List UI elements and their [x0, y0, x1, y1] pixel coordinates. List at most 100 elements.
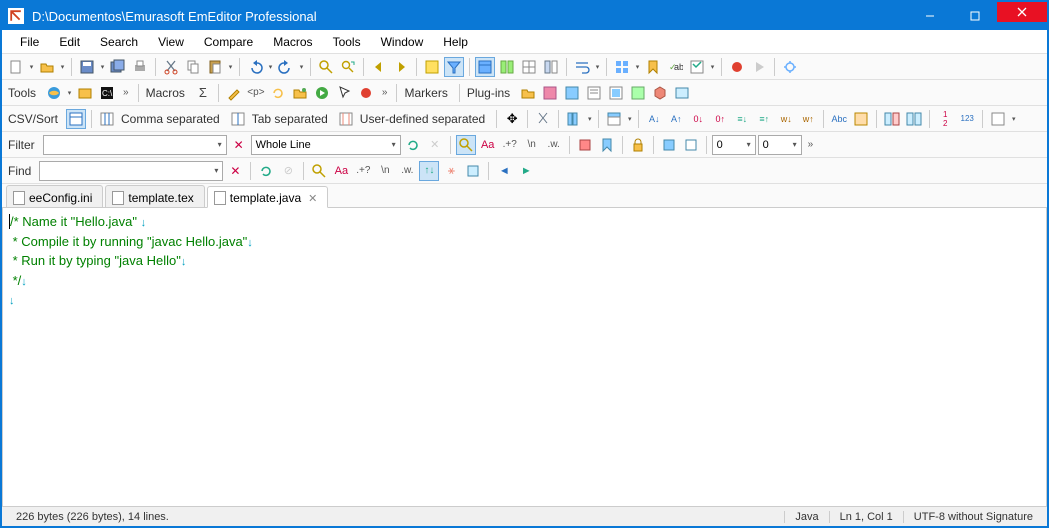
copy-icon[interactable]: [183, 57, 203, 77]
menu-edit[interactable]: Edit: [49, 33, 90, 51]
save-icon[interactable]: [77, 57, 97, 77]
dedup-icon[interactable]: Abc: [829, 109, 849, 129]
neg-icon[interactable]: [575, 135, 595, 155]
view-normal-icon[interactable]: [475, 57, 495, 77]
whole-word-icon[interactable]: .w.: [544, 135, 564, 155]
lines-below[interactable]: 0▾: [758, 135, 802, 155]
plugin-1-icon[interactable]: [518, 83, 538, 103]
plugin-5-icon[interactable]: [606, 83, 626, 103]
find-close-icon[interactable]: [463, 161, 483, 181]
filter-x-icon[interactable]: ✕: [229, 135, 249, 155]
view-grid-icon[interactable]: [519, 57, 539, 77]
tab-sep-label[interactable]: Tab separated: [250, 112, 334, 126]
print-icon[interactable]: [130, 57, 150, 77]
minimize-button[interactable]: [907, 6, 952, 26]
close-tab-icon[interactable]: ✕: [308, 192, 317, 205]
menu-help[interactable]: Help: [433, 33, 478, 51]
compare2-icon[interactable]: [904, 109, 924, 129]
find-esc-icon[interactable]: \n: [375, 161, 395, 181]
wrap-drop[interactable]: ▾: [594, 57, 601, 77]
open-icon[interactable]: [37, 57, 57, 77]
filter-refresh-icon[interactable]: [403, 135, 423, 155]
cut-icon[interactable]: [161, 57, 181, 77]
comma-label[interactable]: Comma separated: [119, 112, 226, 126]
menu-macros[interactable]: Macros: [263, 33, 322, 51]
menu-view[interactable]: View: [148, 33, 194, 51]
find-next-icon[interactable]: [391, 57, 411, 77]
bookmark-filter-icon[interactable]: [597, 135, 617, 155]
bar-drop[interactable]: ▾: [1010, 109, 1017, 129]
comma-sep-icon[interactable]: [97, 109, 117, 129]
find-zoom-icon[interactable]: [309, 161, 329, 181]
view-split-icon[interactable]: [497, 57, 517, 77]
sort-90-icon[interactable]: 0↑: [710, 109, 730, 129]
cursor-icon[interactable]: [334, 83, 354, 103]
block-icon[interactable]: [659, 135, 679, 155]
redo-icon[interactable]: [276, 57, 296, 77]
sort-short-icon[interactable]: ≡↓: [732, 109, 752, 129]
tile-icon[interactable]: [612, 57, 632, 77]
filter-overflow[interactable]: »: [804, 139, 818, 150]
menu-search[interactable]: Search: [90, 33, 148, 51]
find-prev2-icon[interactable]: ◄: [494, 161, 514, 181]
redo-drop[interactable]: ▾: [298, 57, 305, 77]
undo-drop[interactable]: ▾: [267, 57, 274, 77]
find-x-icon[interactable]: ✕: [225, 161, 245, 181]
filter-abort-icon[interactable]: ✕: [425, 135, 445, 155]
spell-icon[interactable]: ✓ab: [665, 57, 685, 77]
plugin-6-icon[interactable]: [628, 83, 648, 103]
bar-icon[interactable]: [988, 109, 1008, 129]
record-icon[interactable]: [727, 57, 747, 77]
play-icon[interactable]: [749, 57, 769, 77]
compare-icon[interactable]: [882, 109, 902, 129]
header-icon[interactable]: [604, 109, 624, 129]
plugin-2-icon[interactable]: [540, 83, 560, 103]
plugin-3-icon[interactable]: [562, 83, 582, 103]
macro-stop-icon[interactable]: [356, 83, 376, 103]
menu-file[interactable]: File: [10, 33, 49, 51]
paste-drop[interactable]: ▾: [227, 57, 234, 77]
explorer-icon[interactable]: [75, 83, 95, 103]
sort-09-icon[interactable]: 0↓: [688, 109, 708, 129]
plugin-7-icon[interactable]: [650, 83, 670, 103]
find-wrap-icon[interactable]: ↑↓: [419, 161, 439, 181]
num-icon[interactable]: 12: [935, 109, 955, 129]
find-case-icon[interactable]: Aa: [331, 161, 351, 181]
dedup2-icon[interactable]: [851, 109, 871, 129]
header-drop[interactable]: ▾: [626, 109, 633, 129]
tab-template-tex[interactable]: template.tex: [105, 185, 204, 207]
bookmark-icon[interactable]: [643, 57, 663, 77]
new-file-icon[interactable]: [6, 57, 26, 77]
find-next2-icon[interactable]: ►: [516, 161, 536, 181]
editor[interactable]: /* Name it "Hello.java" ↓ * Compile it b…: [2, 208, 1047, 506]
find-regex-icon[interactable]: .+?: [353, 161, 373, 181]
undo-icon[interactable]: [245, 57, 265, 77]
macro-run-icon[interactable]: [312, 83, 332, 103]
filter-toggle-icon[interactable]: [444, 57, 464, 77]
sort-long-icon[interactable]: ≡↑: [754, 109, 774, 129]
incremental-icon[interactable]: [456, 135, 476, 155]
macro-save-icon[interactable]: [290, 83, 310, 103]
wrap-icon[interactable]: [572, 57, 592, 77]
open-drop[interactable]: ▾: [59, 57, 66, 77]
sort-za-icon[interactable]: A↑: [666, 109, 686, 129]
sort-az-icon[interactable]: A↓: [644, 109, 664, 129]
new-file-drop[interactable]: ▾: [28, 57, 35, 77]
save-drop[interactable]: ▾: [99, 57, 106, 77]
lines-above[interactable]: 0▾: [712, 135, 756, 155]
find-refresh-icon[interactable]: [256, 161, 276, 181]
menu-compare[interactable]: Compare: [194, 33, 263, 51]
edit-macro-icon[interactable]: [224, 83, 244, 103]
tab-eeconfig[interactable]: eeConfig.ini: [6, 185, 103, 207]
cols-drop[interactable]: ▾: [586, 109, 593, 129]
user-sep-label[interactable]: User-defined separated: [358, 112, 491, 126]
plugin-8-icon[interactable]: [672, 83, 692, 103]
menu-tools[interactable]: Tools: [323, 33, 371, 51]
menu-window[interactable]: Window: [371, 33, 434, 51]
find-word-icon[interactable]: .w.: [397, 161, 417, 181]
ie-icon[interactable]: [44, 83, 64, 103]
cols-icon[interactable]: [564, 109, 584, 129]
csv-mode-icon[interactable]: [66, 109, 86, 129]
user-sep-icon[interactable]: [336, 109, 356, 129]
cmd-icon[interactable]: C:\: [97, 83, 117, 103]
